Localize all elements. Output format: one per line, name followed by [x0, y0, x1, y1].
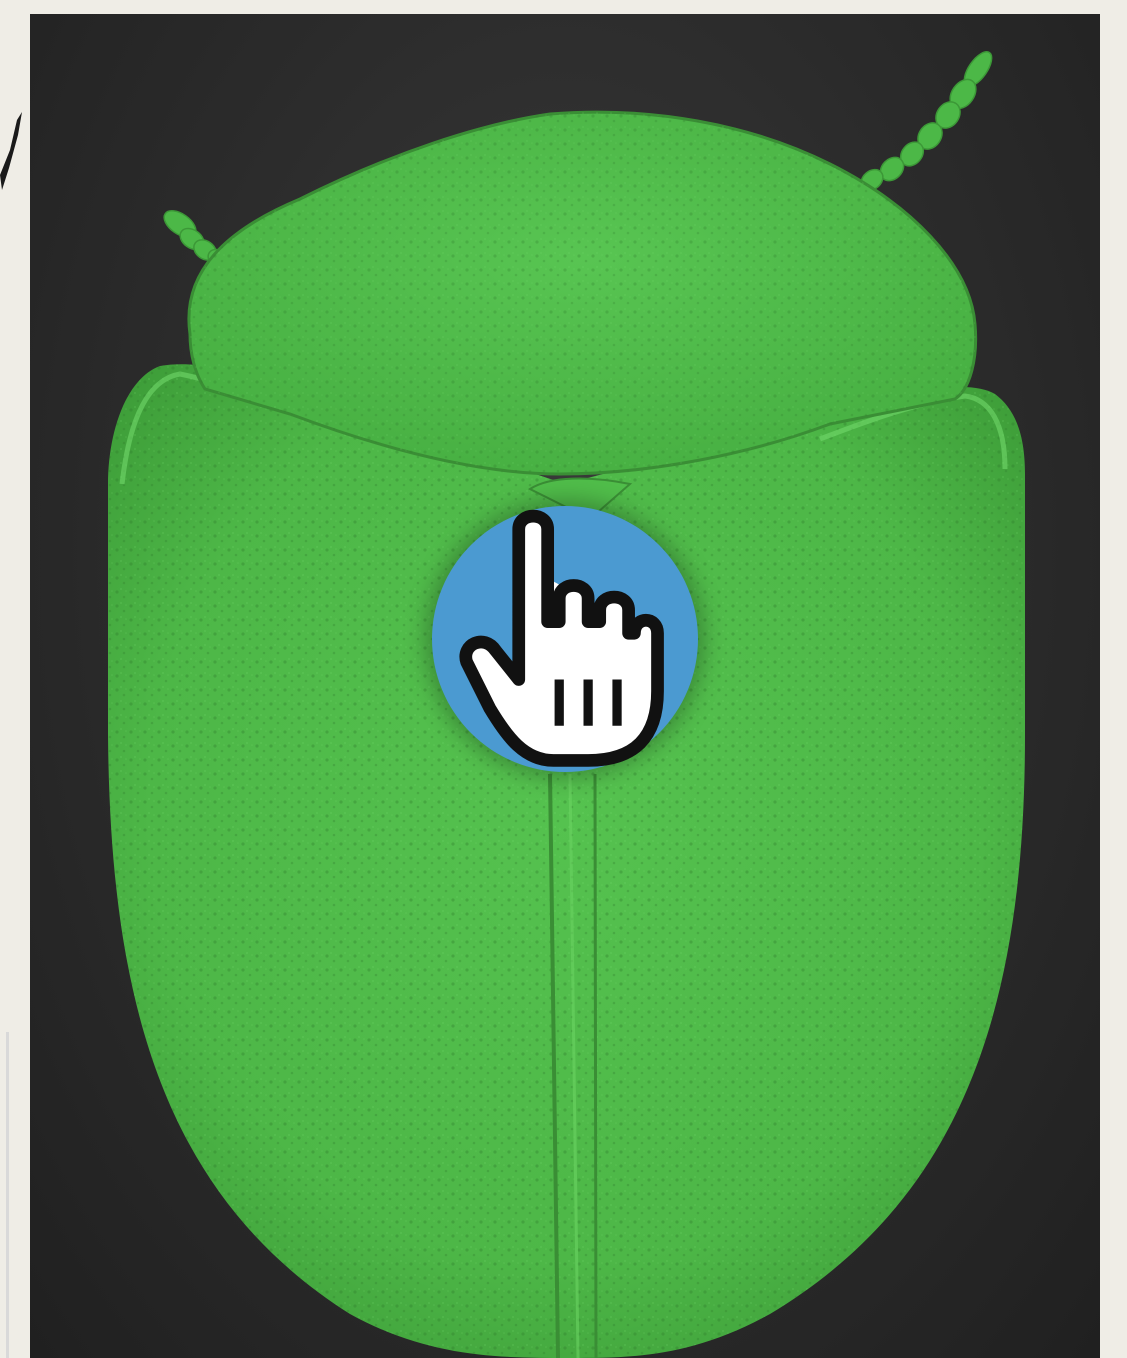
play-3d-button[interactable]: 3D — [432, 506, 698, 772]
hand-pointer-icon — [459, 509, 664, 767]
page: 3D — [0, 0, 1127, 1358]
3d-model-viewer[interactable]: 3D — [30, 14, 1100, 1358]
right-antenna — [840, 51, 993, 199]
cropped-text-fragment — [0, 112, 22, 1358]
